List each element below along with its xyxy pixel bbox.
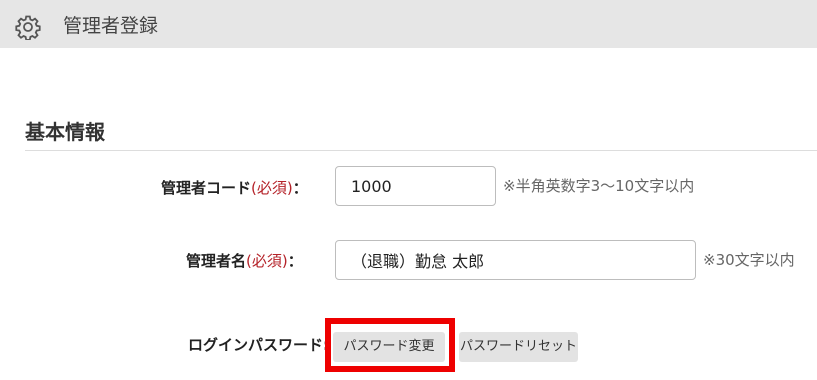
admin-registration-page: 管理者登録 基本情報 管理者コード(必須)： ※半角英数字3～10文字以内 管理…: [0, 0, 817, 380]
highlight-box: [325, 318, 455, 372]
required-mark: (必須): [246, 252, 288, 270]
page-title: 管理者登録: [63, 15, 159, 37]
label-colon: ：: [292, 179, 308, 197]
admin-name-label-group: 管理者名(必須)：: [186, 251, 303, 271]
admin-name-label: 管理者名: [186, 252, 247, 270]
section-title: 基本情報: [25, 120, 105, 144]
section-divider: [25, 150, 817, 151]
gear-icon: [15, 15, 41, 40]
admin-name-hint: ※30文字以内: [703, 251, 795, 269]
login-password-label: ログインパスワード:: [188, 336, 329, 354]
label-colon: ：: [287, 252, 303, 270]
admin-name-input[interactable]: [335, 240, 696, 280]
admin-code-input[interactable]: [335, 166, 496, 206]
admin-code-hint: ※半角英数字3～10文字以内: [503, 177, 695, 195]
admin-code-label-group: 管理者コード(必須)：: [161, 178, 308, 198]
required-mark: (必須): [251, 179, 293, 197]
reset-password-button[interactable]: パスワードリセット: [459, 332, 578, 362]
admin-code-label: 管理者コード: [161, 179, 252, 197]
page-header: 管理者登録: [0, 0, 817, 48]
